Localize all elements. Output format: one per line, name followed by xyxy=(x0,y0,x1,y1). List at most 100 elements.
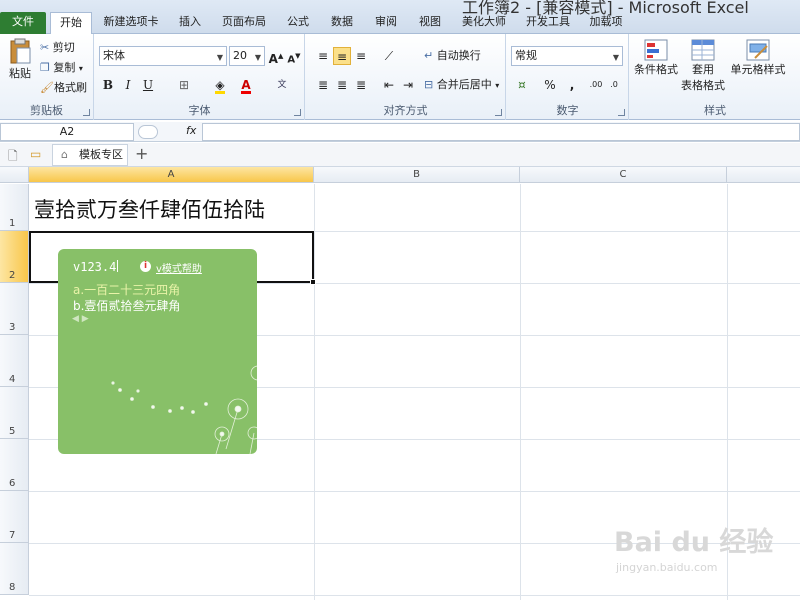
align-middle-button[interactable]: ≡ xyxy=(333,47,351,65)
comma-button[interactable]: , xyxy=(563,76,581,94)
phonetic-button[interactable]: 文 xyxy=(273,76,291,94)
fill-handle[interactable] xyxy=(310,279,316,285)
ime-candidate-b[interactable]: b.壹佰贰拾叁元肆角 xyxy=(73,297,180,314)
fill-color-button[interactable]: ◈ xyxy=(211,76,229,94)
increase-indent-button[interactable]: ⇥ xyxy=(399,76,417,94)
formula-input[interactable] xyxy=(202,123,800,141)
align-top-button[interactable]: ≡ xyxy=(314,47,332,65)
font-color-button[interactable]: A xyxy=(237,76,255,94)
row-header-3[interactable]: 3 xyxy=(0,283,29,335)
tab-formulas[interactable]: 公式 xyxy=(278,12,318,34)
tab-page-layout[interactable]: 页面布局 xyxy=(218,12,270,34)
shrink-font-button[interactable]: A▼ xyxy=(285,47,303,65)
formula-toggle[interactable] xyxy=(138,125,158,139)
row-number: 2 xyxy=(9,270,16,281)
copy-button[interactable]: ❐ 复制 ▾ xyxy=(40,60,83,77)
font-name-select[interactable]: 宋体 ▼ xyxy=(99,46,227,66)
font-group-label: 字体 xyxy=(188,104,211,117)
chevron-down-icon: ▼ xyxy=(254,53,261,62)
clipboard-group: 粘贴 ✂ 剪切 ❐ 复制 ▾ 🖌格式刷 剪贴板 xyxy=(0,34,94,120)
row-header-2[interactable]: 2 xyxy=(0,231,29,283)
tab-file[interactable]: 文件 xyxy=(0,12,46,34)
tab-addins[interactable]: 加载项 xyxy=(582,12,630,34)
row-header-4[interactable]: 4 xyxy=(0,335,29,387)
wrap-icon: ↵ xyxy=(424,49,434,62)
new-file-icon[interactable]: 🗋 xyxy=(8,147,18,168)
ribbon-tab-bar: 工作簿2 - [兼容模式] - Microsoft Excel 文件 开始 新建… xyxy=(0,0,800,35)
tab-developer[interactable]: 开发工具 xyxy=(520,12,576,34)
currency-button[interactable]: ¤ xyxy=(513,76,531,94)
align-left-button[interactable]: ≣ xyxy=(314,76,332,94)
cell-styles-button[interactable]: 单元格样式 xyxy=(730,38,786,78)
format-as-table-button[interactable]: 套用 表格格式 xyxy=(678,38,728,94)
clipboard-launcher[interactable] xyxy=(83,109,90,116)
orientation-button[interactable]: ⟋ xyxy=(380,47,398,65)
tab-insert[interactable]: 插入 xyxy=(170,12,210,34)
italic-button[interactable]: I xyxy=(119,76,137,94)
number-launcher[interactable] xyxy=(618,109,625,116)
align-center-button[interactable]: ≣ xyxy=(333,76,351,94)
fx-icon[interactable]: fx xyxy=(186,124,196,137)
template-tab[interactable]: ⌂ 模板专区 xyxy=(52,144,128,166)
alignment-launcher[interactable] xyxy=(495,109,502,116)
tab-view[interactable]: 视图 xyxy=(410,12,450,34)
column-header-a[interactable]: A xyxy=(29,167,314,183)
column-header-b[interactable]: B xyxy=(314,167,520,183)
gridline xyxy=(520,184,521,600)
tab-home[interactable]: 开始 xyxy=(50,12,92,35)
column-header-d[interactable] xyxy=(727,167,800,183)
number-group-label: 数字 xyxy=(556,104,579,117)
info-icon[interactable]: i xyxy=(140,261,151,272)
format-painter-button[interactable]: 🖌格式刷 xyxy=(40,80,87,96)
cell-a1[interactable]: 壹拾贰万叁仟肆佰伍拾陆 xyxy=(34,194,265,224)
bold-button[interactable]: B xyxy=(99,76,117,94)
fill-bucket-icon: ◈ xyxy=(215,78,225,94)
row-header-6[interactable]: 6 xyxy=(0,439,29,491)
paste-button[interactable]: 粘贴 xyxy=(6,38,34,82)
border-button[interactable]: ⊞ xyxy=(175,76,193,94)
increase-decimal-button[interactable]: .00 xyxy=(587,76,605,94)
page-prev-icon[interactable]: ◀ xyxy=(72,314,79,324)
select-all-corner[interactable] xyxy=(0,167,29,183)
number-format-select[interactable]: 常规 ▼ xyxy=(511,46,623,66)
ribbon: 粘贴 ✂ 剪切 ❐ 复制 ▾ 🖌格式刷 剪贴板 宋体 ▼ 20 ▼ A▲ A▼ B … xyxy=(0,34,800,120)
conditional-format-button[interactable]: 条件格式 xyxy=(632,38,680,78)
alignment-group-label: 对齐方式 xyxy=(383,104,428,117)
align-right-button[interactable]: ≣ xyxy=(352,76,370,94)
tab-beautify[interactable]: 美化大师 xyxy=(454,12,514,34)
row-header-1[interactable]: 1 xyxy=(0,184,29,231)
name-box[interactable]: A2 xyxy=(0,123,134,141)
column-header-c[interactable]: C xyxy=(520,167,727,183)
styles-group-label: 样式 xyxy=(704,104,726,117)
v-mode-help-link[interactable]: v模式帮助 xyxy=(156,260,202,275)
underline-button[interactable]: U xyxy=(139,76,157,94)
page-next-icon[interactable]: ▶ xyxy=(82,314,89,324)
tab-review[interactable]: 审阅 xyxy=(366,12,406,34)
row-number: 5 xyxy=(9,426,16,437)
tab-data[interactable]: 数据 xyxy=(322,12,362,34)
font-launcher[interactable] xyxy=(294,109,301,116)
grow-font-button[interactable]: A▲ xyxy=(267,47,285,66)
row-header-7[interactable]: 7 xyxy=(0,491,29,543)
font-name-value: 宋体 xyxy=(103,49,125,62)
ime-candidate-a[interactable]: a.一百二十三元四角 xyxy=(73,281,180,298)
cell-styles-label: 单元格样式 xyxy=(730,63,786,76)
font-size-select[interactable]: 20 ▼ xyxy=(229,46,265,66)
row-header-5[interactable]: 5 xyxy=(0,387,29,439)
align-bottom-button[interactable]: ≡ xyxy=(352,47,370,65)
ime-page-nav[interactable]: ◀ ▶ xyxy=(72,314,89,324)
decrease-indent-button[interactable]: ⇤ xyxy=(380,76,398,94)
row-header-8[interactable]: 8 xyxy=(0,543,29,595)
cut-button[interactable]: ✂ 剪切 xyxy=(40,40,75,56)
copy-icon: ❐ xyxy=(40,61,50,74)
wrap-text-button[interactable]: ↵ 自动换行 xyxy=(424,48,481,64)
percent-button[interactable]: % xyxy=(541,76,559,94)
add-tab-button[interactable]: + xyxy=(135,144,148,163)
decrease-decimal-button[interactable]: .0 xyxy=(605,76,623,94)
merge-center-button[interactable]: ⊟ 合并后居中 ▾ xyxy=(424,77,499,94)
table-format-icon xyxy=(691,39,715,61)
folder-icon[interactable]: ▭ xyxy=(30,147,41,161)
gridline xyxy=(314,184,315,600)
tab-new[interactable]: 新建选项卡 xyxy=(100,12,162,34)
row-number: 1 xyxy=(9,218,16,229)
